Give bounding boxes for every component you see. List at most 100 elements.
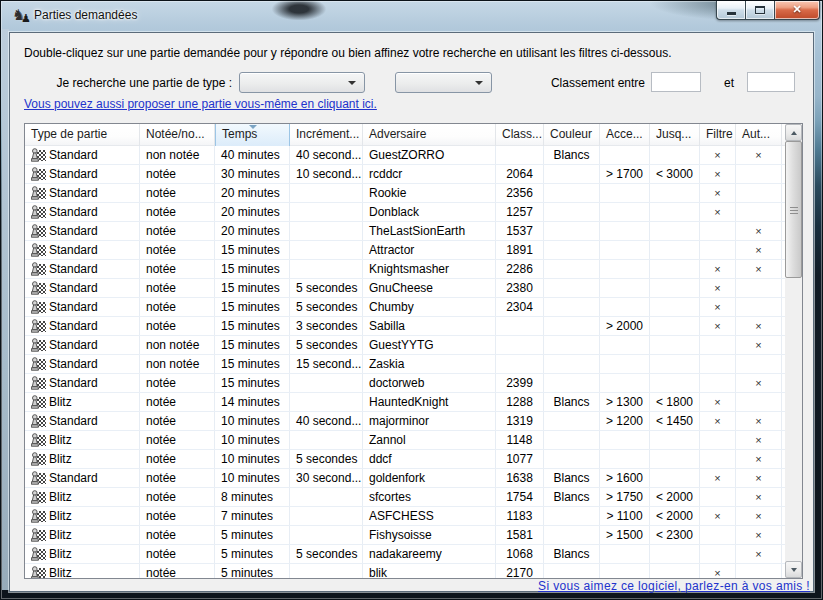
cell-jusq xyxy=(650,545,700,563)
maximize-button[interactable] xyxy=(745,1,775,20)
game-type-label: Blitz xyxy=(49,488,72,506)
cell-adversaire: Knightsmasher xyxy=(363,260,496,278)
column-header-1[interactable]: Type de partie xyxy=(25,124,140,146)
cell-temps: 10 minutes xyxy=(215,450,290,468)
column-header-4[interactable]: Incrément... xyxy=(290,124,363,146)
table-row[interactable]: Blitznotée5 minutes5 secondesnadakareemy… xyxy=(25,545,785,564)
vertical-scrollbar[interactable] xyxy=(785,124,802,578)
cell-acce xyxy=(600,355,650,373)
game-type-icon xyxy=(30,242,46,258)
cross-mark: × xyxy=(714,206,720,218)
cell-notee: notée xyxy=(140,431,215,449)
cell-classement: 2170 xyxy=(496,564,544,578)
table-row[interactable]: Standardnotée20 minutesDonblack1257× xyxy=(25,203,785,222)
column-header-6[interactable]: Class... xyxy=(496,124,544,146)
propose-game-link[interactable]: Vous pouvez aussi proposer une partie vo… xyxy=(24,97,377,111)
cell-filtre: × xyxy=(700,317,736,335)
cell-increment: 30 second... xyxy=(290,469,363,487)
table-row[interactable]: Standardnotée15 minutes5 secondesGnuChee… xyxy=(25,279,785,298)
cell-classement: 2399 xyxy=(496,374,544,392)
table-row[interactable]: Standardnotée15 minutesKnightsmasher2286… xyxy=(25,260,785,279)
sort-descending-icon xyxy=(249,125,257,129)
table-row[interactable]: Standardnotée30 minutes10 second...rcddc… xyxy=(25,165,785,184)
pawn-icon xyxy=(30,376,40,390)
cell-acce xyxy=(600,279,650,297)
table-row[interactable]: Standardnotée10 minutes40 second...major… xyxy=(25,412,785,431)
cell-aut: × xyxy=(736,469,782,487)
close-button[interactable]: ✕ xyxy=(775,1,820,20)
column-header-10[interactable]: Filtre xyxy=(700,124,736,146)
cell-temps: 14 minutes xyxy=(215,393,290,411)
table-row[interactable]: Blitznotée10 minutes5 secondesddcf1077× xyxy=(25,450,785,469)
cell-notee: notée xyxy=(140,317,215,335)
cell-adversaire: Zannol xyxy=(363,431,496,449)
cell-type: Standard xyxy=(25,146,140,164)
game-type-icon xyxy=(30,204,46,220)
table-row[interactable]: Standardnotée15 minutes5 secondesChumby2… xyxy=(25,298,785,317)
game-type-select[interactable] xyxy=(239,72,365,93)
table-row[interactable]: Standardnotée20 minutesTheLastSionEarth1… xyxy=(25,222,785,241)
cell-filtre xyxy=(700,336,736,354)
column-header-7[interactable]: Couleur xyxy=(544,124,600,146)
table-row[interactable]: Standardnotée15 minutes3 secondesSabilla… xyxy=(25,317,785,336)
scroll-down-button[interactable] xyxy=(785,561,802,578)
game-type-label: Standard xyxy=(49,222,98,240)
cell-aut: × xyxy=(736,488,782,506)
column-header-11[interactable]: Aut... xyxy=(736,124,782,146)
table-row[interactable]: Standardnotée20 minutesRookie2356× xyxy=(25,184,785,203)
pawn-icon xyxy=(30,395,40,409)
table-row[interactable]: Standardnotée15 minutesdoctorweb2399× xyxy=(25,374,785,393)
cell-adversaire: Sabilla xyxy=(363,317,496,335)
pawn-icon xyxy=(30,243,40,257)
cell-adversaire: GuestZORRO xyxy=(363,146,496,164)
cell-type: Blitz xyxy=(25,450,140,468)
table-row[interactable]: Blitznotée14 minutesHauntedKnight1288Bla… xyxy=(25,393,785,412)
cell-notee: notée xyxy=(140,279,215,297)
cell-classement: 1257 xyxy=(496,203,544,221)
column-header-label: Jusq... xyxy=(656,127,691,141)
cell-aut: × xyxy=(736,412,782,430)
table-row[interactable]: Blitznotée5 minutesblik2170× xyxy=(25,564,785,578)
cell-aut: × xyxy=(736,526,782,544)
cell-jusq xyxy=(650,184,700,202)
cell-temps: 7 minutes xyxy=(215,507,290,525)
column-header-9[interactable]: Jusq... xyxy=(650,124,700,146)
game-type-icon xyxy=(30,166,46,182)
column-header-5[interactable]: Adversaire xyxy=(363,124,496,146)
table-row[interactable]: Blitznotée10 minutesZannol1148× xyxy=(25,431,785,450)
cell-couleur xyxy=(544,526,600,544)
scroll-up-button[interactable] xyxy=(785,124,802,141)
cross-mark: × xyxy=(714,567,720,578)
maximize-icon xyxy=(755,6,765,14)
rating-min-input[interactable] xyxy=(651,72,701,92)
cell-temps: 15 minutes xyxy=(215,260,290,278)
secondary-filter-select[interactable] xyxy=(395,72,492,93)
column-header-8[interactable]: Acce... xyxy=(600,124,650,146)
cell-type: Standard xyxy=(25,279,140,297)
table-row[interactable]: Standardnotée15 minutesAttractor1891× xyxy=(25,241,785,260)
game-type-icon xyxy=(30,451,46,467)
table-row[interactable]: Standardnotée10 minutes30 second...golde… xyxy=(25,469,785,488)
scrollbar-thumb[interactable] xyxy=(785,141,802,278)
cell-adversaire: ddcf xyxy=(363,450,496,468)
column-header-3[interactable]: Temps xyxy=(215,124,290,146)
table-row[interactable]: Blitznotée8 minutessfcortes1754Blancs> 1… xyxy=(25,488,785,507)
cell-jusq xyxy=(650,203,700,221)
game-type-label: Standard xyxy=(49,317,98,335)
rating-max-input[interactable] xyxy=(747,72,795,92)
cross-mark: × xyxy=(714,320,720,332)
share-link[interactable]: Si vous aimez ce logiciel, parlez-en à v… xyxy=(538,579,810,593)
table-row[interactable]: Standardnon notée15 minutes15 second...Z… xyxy=(25,355,785,374)
cell-couleur xyxy=(544,165,600,183)
table-row[interactable]: Blitznotée5 minutesFishysoisse1581> 1500… xyxy=(25,526,785,545)
table-row[interactable]: Standardnon notée15 minutes5 secondesGue… xyxy=(25,336,785,355)
table-row[interactable]: Blitznotée7 minutesASFCHESS1183> 1100< 2… xyxy=(25,507,785,526)
cell-acce xyxy=(600,260,650,278)
cell-notee: notée xyxy=(140,298,215,316)
caption-buttons: ✕ xyxy=(716,1,820,20)
game-type-label: Standard xyxy=(49,184,98,202)
game-type-label: Blitz xyxy=(49,564,72,578)
column-header-2[interactable]: Notée/no... xyxy=(140,124,215,146)
table-row[interactable]: Standardnon notée40 minutes40 second...G… xyxy=(25,146,785,165)
minimize-button[interactable] xyxy=(716,1,745,20)
